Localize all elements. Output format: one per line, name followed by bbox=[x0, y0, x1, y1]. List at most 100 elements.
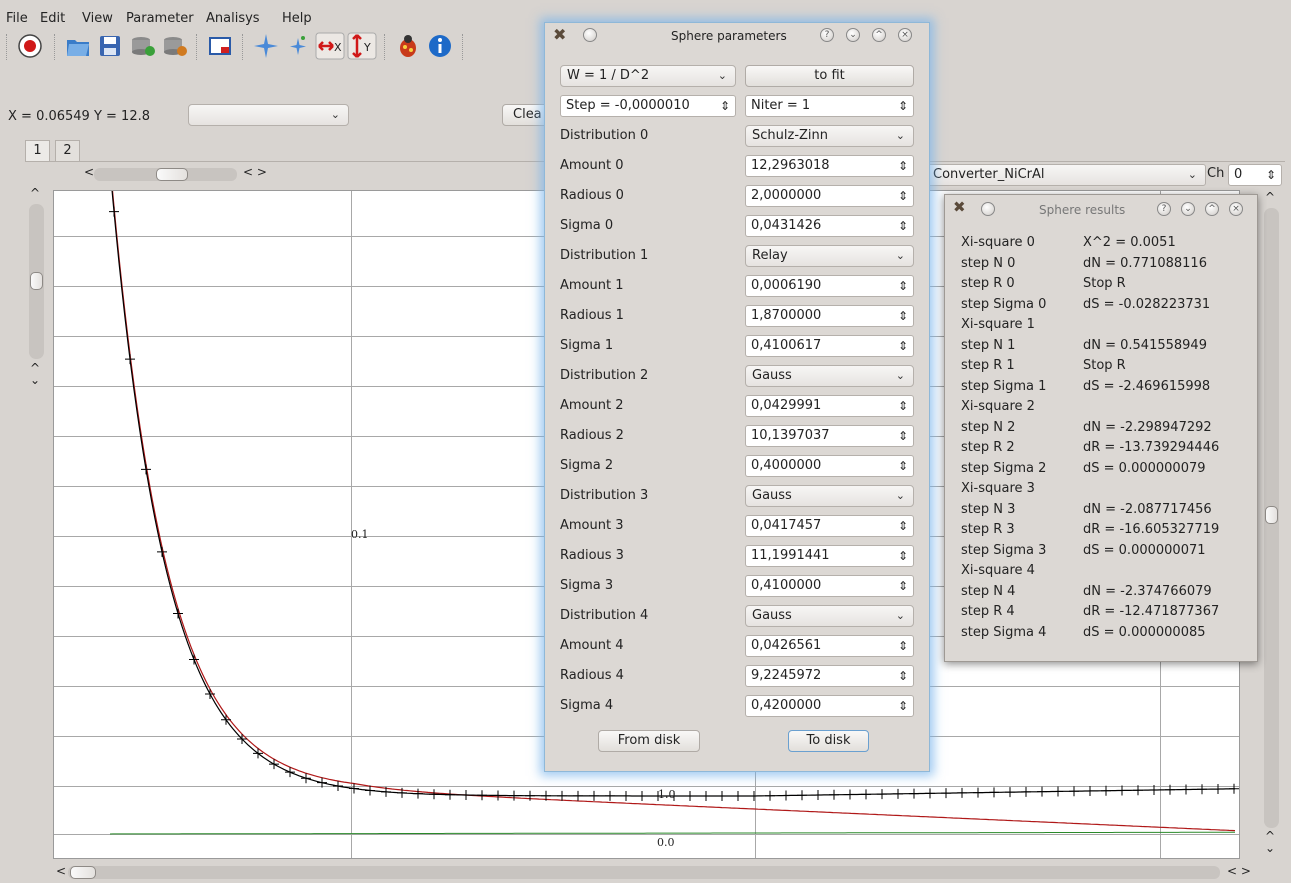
top-horizontal-scrollbar[interactable] bbox=[94, 168, 237, 181]
menu-edit[interactable]: Edit bbox=[40, 11, 65, 26]
tab-1[interactable]: 1 bbox=[25, 140, 50, 162]
converter-combo[interactable]: Converter_NiCrAl ⌄ bbox=[926, 164, 1206, 186]
close-icon[interactable]: × bbox=[1229, 202, 1243, 216]
distribution-combo[interactable]: Gauss ⌄ bbox=[745, 605, 914, 627]
help-icon[interactable]: ? bbox=[820, 28, 834, 42]
record-icon[interactable] bbox=[14, 30, 46, 62]
param-spinbox[interactable]: 0,0426561 ⇕ bbox=[745, 635, 914, 657]
database-icon[interactable] bbox=[158, 30, 190, 62]
top-horizontal-scroll-thumb[interactable] bbox=[156, 168, 188, 181]
zoom-y-icon[interactable]: Y bbox=[346, 30, 378, 62]
up-down-icon[interactable]: ⇕ bbox=[898, 276, 908, 296]
bottom-horizontal-scrollbar[interactable] bbox=[68, 866, 1220, 879]
right-vertical-scroll-thumb[interactable] bbox=[1265, 506, 1278, 524]
param-spinbox[interactable]: 0,4000000 ⇕ bbox=[745, 455, 914, 477]
from-disk-button[interactable]: From disk bbox=[598, 730, 700, 752]
param-spinbox[interactable]: 0,4200000 ⇕ bbox=[745, 695, 914, 717]
up-down-icon[interactable]: ⇕ bbox=[898, 336, 908, 356]
param-spinbox[interactable]: 0,0429991 ⇕ bbox=[745, 395, 914, 417]
help-icon[interactable]: ? bbox=[1157, 202, 1171, 216]
data-point-marker bbox=[1149, 785, 1159, 795]
param-spinbox[interactable]: 9,2245972 ⇕ bbox=[745, 665, 914, 687]
to-fit-button[interactable]: to fit bbox=[745, 65, 914, 87]
scroll-up-down-icon[interactable]: ^ ⌄ bbox=[1265, 830, 1275, 854]
scroll-left-right-icon[interactable]: < > bbox=[243, 165, 267, 179]
scroll-up-icon[interactable]: ^ bbox=[30, 186, 40, 200]
scroll-left-icon[interactable]: < bbox=[56, 864, 66, 878]
up-down-icon[interactable]: ⇕ bbox=[898, 546, 908, 566]
param-spinbox[interactable]: 0,0417457 ⇕ bbox=[745, 515, 914, 537]
param-spinbox[interactable]: 11,1991441 ⇕ bbox=[745, 545, 914, 567]
coords-combo[interactable]: ⌄ bbox=[188, 104, 349, 126]
open-folder-icon[interactable] bbox=[62, 30, 94, 62]
distribution-combo[interactable]: Gauss ⌄ bbox=[745, 485, 914, 507]
param-spinbox[interactable]: 1,8700000 ⇕ bbox=[745, 305, 914, 327]
up-down-icon[interactable]: ⇕ bbox=[898, 516, 908, 536]
dialog-titlebar[interactable]: ✖ Sphere results ? ⌄ ^ × bbox=[945, 195, 1257, 221]
menu-analisys[interactable]: Analisys bbox=[206, 11, 260, 26]
pin-icon[interactable] bbox=[583, 28, 597, 42]
left-vertical-scroll-thumb[interactable] bbox=[30, 272, 43, 290]
param-spinbox[interactable]: 0,0431426 ⇕ bbox=[745, 215, 914, 237]
param-spinbox[interactable]: 2,0000000 ⇕ bbox=[745, 185, 914, 207]
result-value: Stop R bbox=[1083, 358, 1126, 373]
param-value: 2,0000000 bbox=[751, 188, 822, 203]
channel-spinbox[interactable]: 0 ⇕ bbox=[1228, 164, 1282, 186]
up-down-icon[interactable]: ⇕ bbox=[898, 96, 908, 116]
tab-2[interactable]: 2 bbox=[55, 140, 80, 162]
scroll-left-right-icon[interactable]: < > bbox=[1227, 864, 1251, 878]
up-down-icon[interactable]: ⇕ bbox=[898, 306, 908, 326]
distribution-combo[interactable]: Gauss ⌄ bbox=[745, 365, 914, 387]
weight-combo[interactable]: W = 1 / D^2 ⌄ bbox=[560, 65, 736, 87]
menu-view[interactable]: View bbox=[82, 11, 113, 26]
param-value: 0,4100000 bbox=[751, 578, 822, 593]
maximize-icon[interactable]: ^ bbox=[872, 28, 886, 42]
scroll-up-icon[interactable]: ^ bbox=[1265, 190, 1275, 204]
up-down-icon[interactable]: ⇕ bbox=[898, 156, 908, 176]
up-down-icon[interactable]: ⇕ bbox=[898, 426, 908, 446]
menu-file[interactable]: File bbox=[6, 11, 28, 26]
result-label: step R 3 bbox=[961, 522, 1015, 537]
pin-icon[interactable] bbox=[981, 202, 995, 216]
param-spinbox[interactable]: 0,4100617 ⇕ bbox=[745, 335, 914, 357]
bug-icon[interactable] bbox=[392, 30, 424, 62]
scroll-up-down-icon[interactable]: ^ ⌄ bbox=[30, 362, 40, 386]
up-down-icon[interactable]: ⇕ bbox=[898, 636, 908, 656]
up-down-icon[interactable]: ⇕ bbox=[898, 396, 908, 416]
up-down-icon[interactable]: ⇕ bbox=[898, 696, 908, 716]
param-spinbox[interactable]: 12,2963018 ⇕ bbox=[745, 155, 914, 177]
menu-help[interactable]: Help bbox=[282, 11, 312, 26]
scroll-left-icon[interactable]: < bbox=[84, 165, 94, 179]
distribution-combo[interactable]: Schulz-Zinn ⌄ bbox=[745, 125, 914, 147]
up-down-icon[interactable]: ⇕ bbox=[898, 216, 908, 236]
database-add-icon[interactable] bbox=[126, 30, 158, 62]
left-vertical-scrollbar[interactable] bbox=[29, 204, 44, 359]
distribution-combo[interactable]: Relay ⌄ bbox=[745, 245, 914, 267]
save-icon[interactable] bbox=[94, 30, 126, 62]
up-down-icon[interactable]: ⇕ bbox=[898, 186, 908, 206]
up-down-icon[interactable]: ⇕ bbox=[1266, 165, 1276, 185]
param-spinbox[interactable]: 10,1397037 ⇕ bbox=[745, 425, 914, 447]
zoom-x-icon[interactable]: X bbox=[314, 30, 346, 62]
window-icon[interactable] bbox=[204, 30, 236, 62]
param-spinbox[interactable]: 0,0006190 ⇕ bbox=[745, 275, 914, 297]
close-icon[interactable]: × bbox=[898, 28, 912, 42]
up-down-icon[interactable]: ⇕ bbox=[898, 456, 908, 476]
dialog-titlebar[interactable]: ✖ Sphere parameters ? ⌄ ^ × bbox=[545, 23, 929, 49]
menu-parameter[interactable]: Parameter bbox=[126, 11, 194, 26]
info-icon[interactable] bbox=[424, 30, 456, 62]
minimize-icon[interactable]: ⌄ bbox=[846, 28, 860, 42]
niter-spinbox[interactable]: Niter = 1 ⇕ bbox=[745, 95, 914, 117]
maximize-icon[interactable]: ^ bbox=[1205, 202, 1219, 216]
up-down-icon[interactable]: ⇕ bbox=[720, 96, 730, 116]
up-down-icon[interactable]: ⇕ bbox=[898, 666, 908, 686]
right-vertical-scrollbar[interactable] bbox=[1264, 208, 1279, 828]
up-down-icon[interactable]: ⇕ bbox=[898, 576, 908, 596]
step-spinbox[interactable]: Step = -0,0000010 ⇕ bbox=[560, 95, 736, 117]
crosshair-small-icon[interactable] bbox=[282, 30, 314, 62]
to-disk-button[interactable]: To disk bbox=[788, 730, 869, 752]
crosshair-icon[interactable] bbox=[250, 30, 282, 62]
bottom-horizontal-scroll-thumb[interactable] bbox=[70, 866, 96, 879]
param-spinbox[interactable]: 0,4100000 ⇕ bbox=[745, 575, 914, 597]
minimize-icon[interactable]: ⌄ bbox=[1181, 202, 1195, 216]
